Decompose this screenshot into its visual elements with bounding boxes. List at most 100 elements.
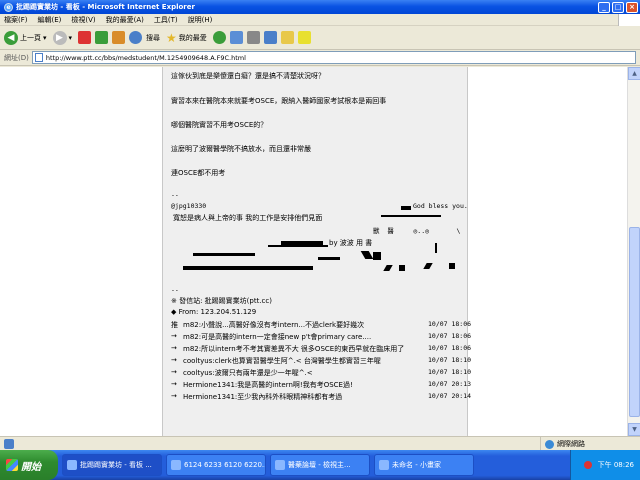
push-tag: → xyxy=(171,356,177,364)
push-text: Hermione1341:至少我內科外科眼精神科都有考過 xyxy=(183,393,343,401)
address-url: http://www.ptt.cc/bbs/medstudent/M.12549… xyxy=(45,53,246,62)
zone-label: 網際網路 xyxy=(557,440,585,448)
start-button[interactable]: 開始 xyxy=(0,450,58,480)
search-icon xyxy=(129,31,143,44)
globe-icon xyxy=(545,439,554,449)
paint-icon xyxy=(379,460,389,470)
taskbar-item-notes[interactable]: 6124 6233 6120 6220... xyxy=(166,454,266,476)
address-input[interactable]: http://www.ptt.cc/bbs/medstudent/M.12549… xyxy=(31,51,636,64)
search-label: 搜尋 xyxy=(146,33,161,42)
push-tag: → xyxy=(171,380,177,388)
push-tag: → xyxy=(171,344,177,352)
post-line: 這傢伙到底是樂傻還白癡？還是搞不清楚狀況呀？ xyxy=(171,72,325,80)
push-time: 10/07 18:10 xyxy=(428,356,472,364)
art-block xyxy=(449,263,455,269)
art-bar xyxy=(318,257,340,260)
push-row: → m82:可是高醫的intern一定會接new p't會primary car… xyxy=(171,332,471,342)
art-block xyxy=(360,251,374,259)
menu-view[interactable]: 檢視(V) xyxy=(71,15,95,25)
history-icon[interactable] xyxy=(212,31,226,44)
clock: 下午 08:26 xyxy=(597,461,634,469)
address-label: 網址(D) xyxy=(4,53,29,62)
push-row: → Hermione1341:我是高醫的intern啊!我有考OSCE過! 10… xyxy=(171,380,471,390)
folder-icon[interactable] xyxy=(280,31,294,44)
forward-button[interactable]: ▶ ▾ xyxy=(52,30,73,45)
vertical-scrollbar[interactable]: ▲ ▼ xyxy=(627,67,640,436)
post-line: 哪個醫院實習不用考OSCE的？ xyxy=(171,121,268,129)
push-row: → Hermione1341:至少我內科外科眼精神科都有考過 10/07 20:… xyxy=(171,392,471,402)
close-button[interactable]: × xyxy=(626,1,638,13)
toolbar: ◀ 上一頁 ▾ ▶ ▾ 搜尋 ★ 我的最愛 xyxy=(0,26,640,50)
post-line: 實習本來在醫院本來就要考OSCE，跟納入醫師國家考試根本是兩回事 xyxy=(171,97,387,105)
back-label: 上一頁 xyxy=(20,33,41,42)
menu-edit[interactable]: 編輯(E) xyxy=(38,15,62,25)
scroll-up-icon[interactable]: ▲ xyxy=(628,67,640,80)
art-block xyxy=(399,265,405,271)
chevron-down-icon[interactable]: ▾ xyxy=(69,34,73,42)
system-tray: 下午 08:26 xyxy=(570,450,640,480)
menu-help[interactable]: 說明(H) xyxy=(188,15,213,25)
art-bar xyxy=(435,243,437,253)
push-tag: → xyxy=(171,392,177,400)
maximize-button[interactable]: □ xyxy=(612,1,624,13)
post-content: 這傢伙到底是樂傻還白癡？還是搞不清楚狀況呀？ 實習本來在醫院本來就要考OSCE，… xyxy=(162,67,472,436)
footer-from: ◆ From: 123.204.51.129 xyxy=(171,308,257,316)
post-line: 連OSCE都不用考 xyxy=(171,169,226,177)
page-viewport: 這傢伙到底是樂傻還白癡？還是搞不清楚狀況呀？ 實習本來在醫院本來就要考OSCE，… xyxy=(0,67,627,436)
push-time: 10/07 20:14 xyxy=(428,392,472,400)
taskbar-item-ie[interactable]: 批踢踢實業坊 - 看板 ... xyxy=(62,454,162,476)
taskbar-item-paint[interactable]: 未命名 - 小畫家 xyxy=(374,454,474,476)
push-time: 10/07 18:10 xyxy=(428,368,472,376)
edit-icon[interactable] xyxy=(263,31,277,44)
windows-logo-icon xyxy=(618,14,640,26)
art-block xyxy=(401,206,411,210)
messenger-icon[interactable] xyxy=(297,31,311,44)
signature-separator: -- xyxy=(171,191,179,199)
chevron-down-icon[interactable]: ▾ xyxy=(43,34,47,42)
signature-id: @jpg10330 xyxy=(171,202,207,210)
menu-file[interactable]: 檔案(F) xyxy=(4,15,28,25)
refresh-icon[interactable] xyxy=(95,31,109,44)
favorites-button[interactable]: ★ 我的最愛 xyxy=(166,31,207,45)
push-tag: → xyxy=(171,368,177,376)
windows-logo-icon xyxy=(6,459,18,471)
scroll-thumb[interactable] xyxy=(629,227,640,417)
home-icon[interactable] xyxy=(112,31,126,44)
push-row: → cooltyus:波爾只有兩年還是少一年喔^.< 10/07 18:10 xyxy=(171,368,471,378)
star-icon: ★ xyxy=(166,30,177,45)
print-icon[interactable] xyxy=(246,31,260,44)
scroll-down-icon[interactable]: ▼ xyxy=(628,423,640,436)
document-icon xyxy=(171,460,181,470)
signature-line: 寬恕是病人與上帝的事 我的工作是安排他們見面 xyxy=(173,214,323,222)
task-label: 未命名 - 小畫家 xyxy=(392,461,441,469)
art-bar xyxy=(381,215,441,217)
push-row: → m82:所以intern考不考其實差異不大 很多OSCE的東西早就在臨床用了… xyxy=(171,344,471,354)
forward-arrow-icon: ▶ xyxy=(52,30,67,45)
stop-icon[interactable] xyxy=(78,31,92,44)
push-time: 10/07 18:06 xyxy=(428,320,472,328)
task-label: 6124 6233 6120 6220... xyxy=(184,461,266,469)
address-bar: 網址(D) http://www.ptt.cc/bbs/medstudent/M… xyxy=(0,50,640,66)
footer-site: ※ 發信站: 批踢踢實業坊(ptt.cc) xyxy=(171,297,272,305)
window-title: 批踢踢實業坊 - 看板 - Microsoft Internet Explore… xyxy=(16,3,195,11)
back-button[interactable]: ◀ 上一頁 ▾ xyxy=(4,30,47,45)
signature-bless: God bless you. xyxy=(413,202,468,210)
post-line: 這麼明了波爾醫學院不搞放水，而且還非常嚴 xyxy=(171,145,311,153)
art-bar xyxy=(268,245,328,247)
menu-tools[interactable]: 工具(T) xyxy=(154,15,178,25)
push-time: 10/07 18:06 xyxy=(428,344,472,352)
minimize-button[interactable]: _ xyxy=(598,1,610,13)
taskbar-item-forum[interactable]: 醫藥論壇 - 檢視主... xyxy=(270,454,370,476)
menu-favorites[interactable]: 我的最愛(A) xyxy=(106,15,144,25)
signature-by: by 波波 用 書 xyxy=(329,239,373,247)
search-button[interactable]: 搜尋 xyxy=(129,31,160,44)
task-label: 批踢踢實業坊 - 看板 ... xyxy=(80,461,152,469)
push-text: cooltyus:clerk也算實習醫學生阿^.< 台灣醫學生都實習三年喔 xyxy=(183,357,381,365)
favorites-label: 我的最愛 xyxy=(178,33,207,42)
page-done-icon xyxy=(4,439,14,449)
push-text: m82:可是高醫的intern一定會接new p't會primary care.… xyxy=(183,333,372,341)
task-label: 醫藥論壇 - 檢視主... xyxy=(288,461,351,469)
ie-icon xyxy=(275,460,285,470)
mail-icon[interactable] xyxy=(229,31,243,44)
tray-app-icon[interactable] xyxy=(583,461,592,469)
